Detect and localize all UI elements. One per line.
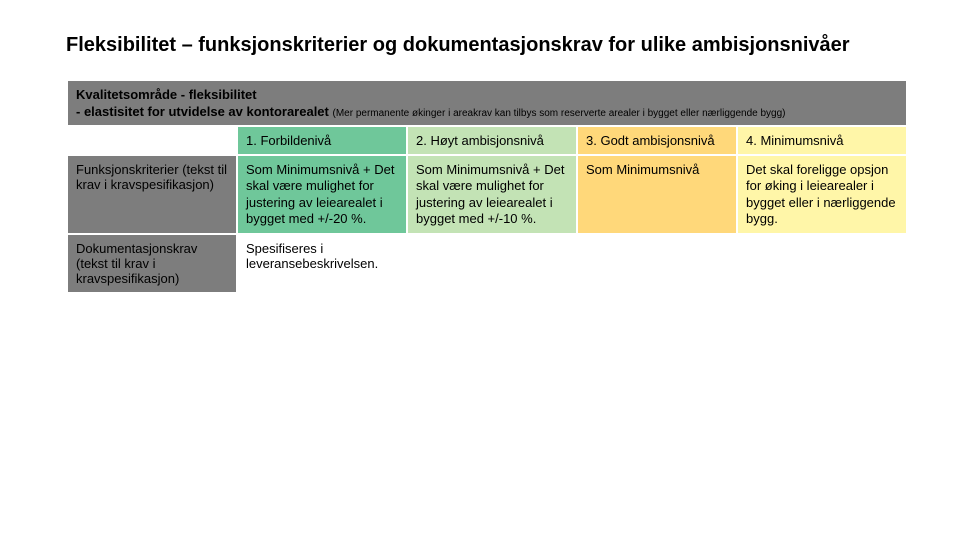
table-row: Funksjonskriterier (tekst til krav i kra…	[67, 155, 907, 234]
header-line2: - elastisitet for utvidelse av kontorare…	[76, 104, 898, 119]
criteria-table: Kvalitetsområde - fleksibilitet - elasti…	[66, 79, 908, 294]
header-line2-note: (Mer permanente økinger i areakrav kan t…	[333, 108, 786, 119]
page-title: Fleksibilitet – funksjonskriterier og do…	[66, 34, 900, 57]
cell-dok-level4	[737, 234, 907, 293]
cell-dok-level1: Spesifiseres i leveransebeskrivelsen.	[237, 234, 407, 293]
level-header-row: 1. Forbildenivå 2. Høyt ambisjonsnivå 3.…	[67, 126, 907, 155]
quality-area-header: Kvalitetsområde - fleksibilitet - elasti…	[67, 80, 907, 126]
level-2-header: 2. Høyt ambisjonsnivå	[407, 126, 577, 155]
empty-corner	[67, 126, 237, 155]
row-label-dokumentasjonskrav: Dokumentasjonskrav (tekst til krav i kra…	[67, 234, 237, 293]
level-3-header: 3. Godt ambisjonsnivå	[577, 126, 737, 155]
row-label-funksjonskriterier: Funksjonskriterier (tekst til krav i kra…	[67, 155, 237, 234]
table-header-row: Kvalitetsområde - fleksibilitet - elasti…	[67, 80, 907, 126]
cell-funk-level4: Det skal foreligge opsjon for øking i le…	[737, 155, 907, 234]
table-row: Dokumentasjonskrav (tekst til krav i kra…	[67, 234, 907, 293]
cell-funk-level1: Som Minimumsnivå + Det skal være mulighe…	[237, 155, 407, 234]
cell-funk-level2: Som Minimumsnivå + Det skal være mulighe…	[407, 155, 577, 234]
cell-dok-level3	[577, 234, 737, 293]
header-line1: Kvalitetsområde - fleksibilitet	[76, 87, 898, 102]
cell-dok-level2	[407, 234, 577, 293]
cell-funk-level3: Som Minimumsnivå	[577, 155, 737, 234]
level-1-header: 1. Forbildenivå	[237, 126, 407, 155]
header-line2-bold: - elastisitet for utvidelse av kontorare…	[76, 104, 329, 119]
level-4-header: 4. Minimumsnivå	[737, 126, 907, 155]
